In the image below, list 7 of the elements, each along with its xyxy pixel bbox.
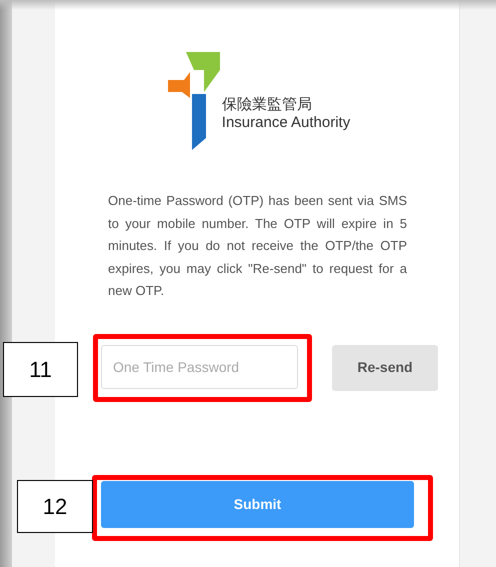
logo-text: 保險業監管局 xyxy=(222,96,313,114)
logo-text: Insurance Authority xyxy=(222,114,350,132)
otp-message: One-time Password (OTP) has been sent via SMS to your mobile number. The OTP will expire in 5 minutes. If you do not receive the OTP/the OTP expires, you may click "Re-send" to request for a new OTP. xyxy=(108,192,407,300)
resend-button[interactable]: Re-send xyxy=(332,344,438,390)
step-number: 12 xyxy=(17,480,93,533)
step-number: 11 xyxy=(3,342,78,397)
otp-input-field[interactable]: One Time Password xyxy=(101,344,298,388)
